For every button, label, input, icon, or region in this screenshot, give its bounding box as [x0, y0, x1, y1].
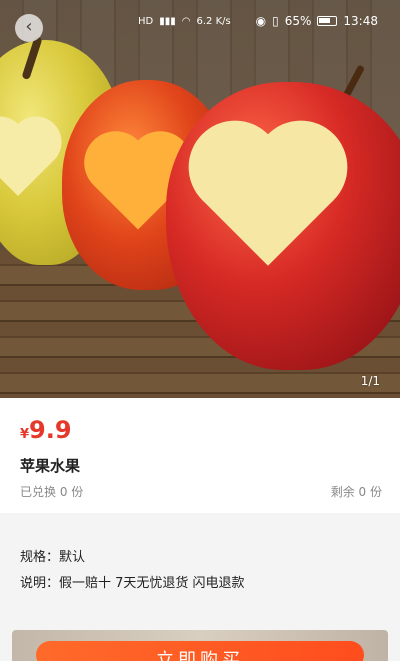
- status-left: HD ▮▮▮ ◠ 6.2 K/s: [138, 16, 231, 27]
- product-details: 规格：默认 说明：假一赔十 7天无忧退货 闪电退款: [0, 520, 400, 630]
- vibrate-icon: ▯: [272, 14, 279, 28]
- product-image[interactable]: [0, 0, 400, 398]
- exchanged-count: 已兑换 0 份: [20, 485, 84, 499]
- price-value: 9.9: [29, 416, 72, 444]
- description-text: 说明：假一赔十 7天无忧退货 闪电退款: [20, 576, 245, 591]
- status-bar: ‹ HD ▮▮▮ ◠ 6.2 K/s ◉ ▯ 65% 13:48: [0, 0, 400, 44]
- battery-percent: 65%: [284, 14, 312, 28]
- remaining-count: 剩余 0 份: [330, 485, 382, 499]
- status-right: ◉ ▯ 65% 13:48: [256, 14, 378, 28]
- clock: 13:48: [343, 14, 378, 28]
- price: ¥9.9: [20, 416, 72, 444]
- image-counter: 1/1: [360, 374, 380, 388]
- network-label: HD: [138, 16, 154, 27]
- buy-now-button[interactable]: 立即购买: [36, 641, 364, 661]
- eye-icon: ◉: [255, 14, 267, 28]
- signal-icon: ▮▮▮: [159, 16, 176, 27]
- speed: 6.2 K/s: [196, 16, 231, 27]
- spec-text: 规格：默认: [20, 550, 86, 565]
- product-info: ¥9.9 苹果水果 已兑换 0 份 剩余 0 份: [0, 398, 400, 513]
- currency-symbol: ¥: [20, 427, 30, 442]
- back-icon: ‹: [25, 16, 33, 37]
- back-button[interactable]: ‹: [15, 14, 43, 42]
- product-name: 苹果水果: [20, 457, 81, 475]
- battery-icon: [317, 16, 338, 26]
- wifi-icon: ◠: [181, 16, 191, 27]
